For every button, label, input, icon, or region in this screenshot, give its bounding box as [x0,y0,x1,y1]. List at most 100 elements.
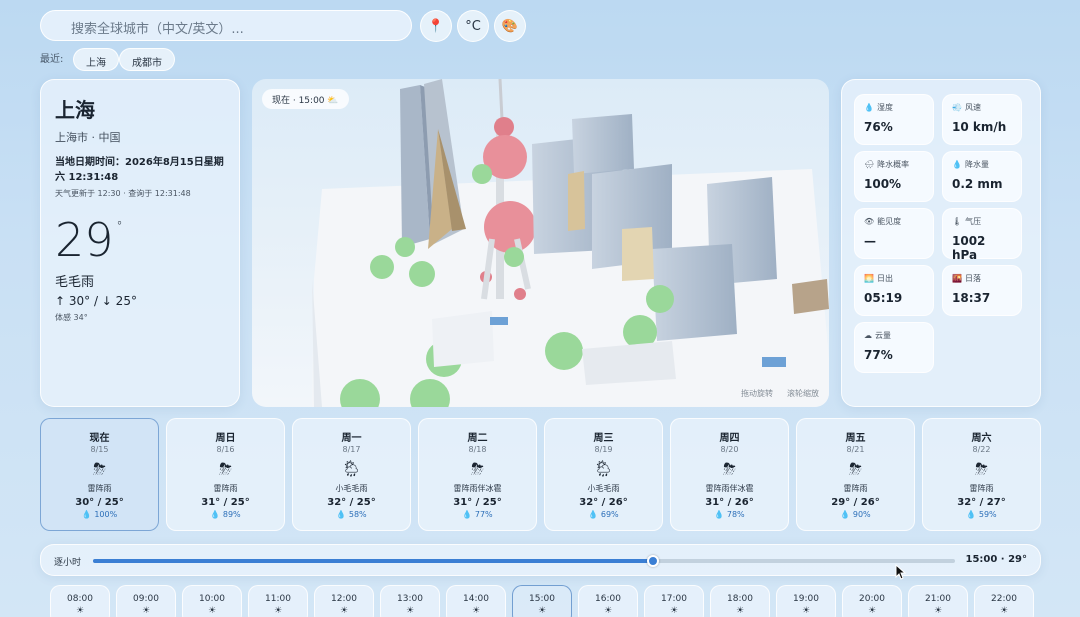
metric-sunrise: 🌅 日出 05:19 [854,265,934,316]
sun-icon: ☀ [273,606,283,616]
metric-humidity: 💧 湿度 76% [854,94,934,145]
hour-card[interactable]: 09:00 ☀ [116,585,176,617]
sun-icon: ☀ [537,606,547,616]
sunrise-icon: 🌅 [864,274,874,283]
metric-precip-prob: 🌧 降水概率 100% [854,151,934,202]
recent-chip-shanghai[interactable]: 上海 [73,48,119,71]
rain-cloud-icon: 🌧 [864,160,875,169]
hourly-slider-fill [93,559,654,563]
hour-card[interactable]: 21:00 ☀ [908,585,968,617]
city-3d-scene[interactable]: 现在 · 15:00 ⛅ 拖动旋转 滚轮缩放 [252,79,829,407]
hour-card[interactable]: 12:00 ☀ [314,585,374,617]
hour-card[interactable]: 20:00 ☀ [842,585,902,617]
hour-card[interactable]: 14:00 ☀ [446,585,506,617]
metric-cloud-cover: ☁ 云量 77% [854,322,934,373]
cloud-icon: ☁ [864,331,872,340]
hourly-slider-thumb[interactable] [647,555,660,567]
sun-icon: ☀ [801,606,811,616]
zoom-hint: 滚轮缩放 [787,389,819,398]
day-card-thu[interactable]: 周四 8/20 ⛈ 雷阵雨伴冰雹 31° / 26° 💧 78% [670,418,789,531]
current-condition: 毛毛雨 [55,275,95,290]
hour-card[interactable]: 11:00 ☀ [248,585,308,617]
sun-icon: ☀ [207,606,217,616]
droplet-icon: 💧 [864,103,874,112]
high-low: ↑ 30° / ↓ 25° [55,294,137,308]
city-region: 上海市 · 中国 [55,131,121,144]
locate-button[interactable]: 📍 [420,10,452,42]
city-scene-illustration [252,79,829,407]
day-card-mon[interactable]: 周一 8/17 🌦 小毛毛雨 32° / 25° 💧 58% [292,418,411,531]
thunderstorm-icon: ⛈ [471,459,484,478]
day-card-fri[interactable]: 周五 8/21 ⛈ 雷阵雨 29° / 26° 💧 90% [796,418,915,531]
sun-icon: ☀ [141,606,151,616]
palette-icon: 🎨 [501,18,519,34]
sun-icon: ☀ [735,606,745,616]
weather-metrics-panel: 💧 湿度 76% 💨 风速 10 km/h 🌧 降水概率 100% 💧 降水量 0.2 … [841,79,1041,407]
metric-precip-amount: 💧 降水量 0.2 mm [942,151,1022,202]
hour-card[interactable]: 19:00 ☀ [776,585,836,617]
thunderstorm-icon: ⛈ [975,459,988,478]
sun-icon: ☀ [339,606,349,616]
scene-time-label: 现在 · 15:00 [272,96,325,106]
recent-chip-chengdu[interactable]: 成都市 [119,48,175,71]
hour-card[interactable]: 22:00 ☀ [974,585,1034,617]
local-datetime: 当地日期时间：2026年8月15日星期六 12:31:48 [55,157,224,183]
hourly-slider-value: 15:00 · 29° [965,554,1027,565]
day-card-sat[interactable]: 周六 8/22 ⛈ 雷阵雨 32° / 27° 💧 59% [922,418,1041,531]
location-pin-icon: 📍 [427,18,445,34]
hour-card[interactable]: 16:00 ☀ [578,585,638,617]
day-card-sun[interactable]: 周日 8/16 ⛈ 雷阵雨 31° / 25° 💧 89% [166,418,285,531]
hourly-slider-bar: 逐小时 15:00 · 29° [40,544,1041,576]
sun-icon: ☀ [999,606,1009,616]
sun-icon: ☀ [933,606,943,616]
hour-card[interactable]: 10:00 ☀ [182,585,242,617]
metric-visibility: 👁 能见度 — [854,208,934,259]
hour-card[interactable]: 18:00 ☀ [710,585,770,617]
update-status: 天气更新于 12:30 · 查询于 12:31:48 [55,189,191,198]
sun-rain-icon: 🌦 [593,459,614,478]
sun-icon: ☀ [669,606,679,616]
hour-card[interactable]: 17:00 ☀ [644,585,704,617]
metric-wind: 💨 风速 10 km/h [942,94,1022,145]
sun-icon: ☀ [405,606,415,616]
scene-time-badge: 现在 · 15:00 ⛅ [262,89,349,109]
city-search-input[interactable]: 搜索全球城市（中文/英文）... [40,10,412,41]
droplet-icon: 💧 [952,160,962,169]
wind-icon: 💨 [952,103,962,112]
unit-toggle-button[interactable]: °C [457,10,489,42]
hour-card-selected[interactable]: 15:00 ☀ [512,585,572,617]
recent-label: 最近: [40,54,64,65]
thunderstorm-icon: ⛈ [849,459,862,478]
temperature-value: 29 [55,213,114,267]
current-temperature: 29 ° [55,213,225,267]
sun-icon: ☀ [867,606,877,616]
sunset-icon: 🌇 [952,274,962,283]
rotate-hint: 拖动旋转 [741,389,773,398]
partly-cloudy-icon: ⛅ [327,96,339,106]
thunderstorm-icon: ⛈ [219,459,232,478]
metric-sunset: 🌇 日落 18:37 [942,265,1022,316]
mouse-cursor-icon [895,564,907,580]
day-card-tue[interactable]: 周二 8/18 ⛈ 雷阵雨伴冰雹 31° / 25° 💧 77% [418,418,537,531]
hour-card[interactable]: 13:00 ☀ [380,585,440,617]
hourly-label: 逐小时 [54,558,82,568]
feels-like: 体感 34° [55,313,88,322]
day-card-now[interactable]: 现在 8/15 ⛈ 雷阵雨 30° / 25° 💧 100% [40,418,159,531]
hour-card[interactable]: 08:00 ☀ [50,585,110,617]
sun-rain-icon: 🌦 [341,459,362,478]
city-name: 上海 [55,98,95,122]
eye-icon: 👁 [864,217,875,226]
metric-pressure: 🌡 气压 1002 hPa [942,208,1022,262]
day-card-wed[interactable]: 周三 8/19 🌦 小毛毛雨 32° / 26° 💧 69% [544,418,663,531]
temperature-unit: ° [116,219,123,233]
hourly-slider-track[interactable] [93,555,955,567]
current-weather-card: 上海 上海市 · 中国 当地日期时间：2026年8月15日星期六 12:31:4… [40,79,240,407]
thermometer-icon: 🌡 [952,217,963,226]
unit-label: °C [465,18,481,34]
sun-icon: ☀ [75,606,85,616]
thunderstorm-icon: ⛈ [93,459,106,478]
sun-icon: ☀ [471,606,481,616]
theme-button[interactable]: 🎨 [494,10,526,42]
thunderstorm-icon: ⛈ [723,459,736,478]
sun-icon: ☀ [603,606,613,616]
